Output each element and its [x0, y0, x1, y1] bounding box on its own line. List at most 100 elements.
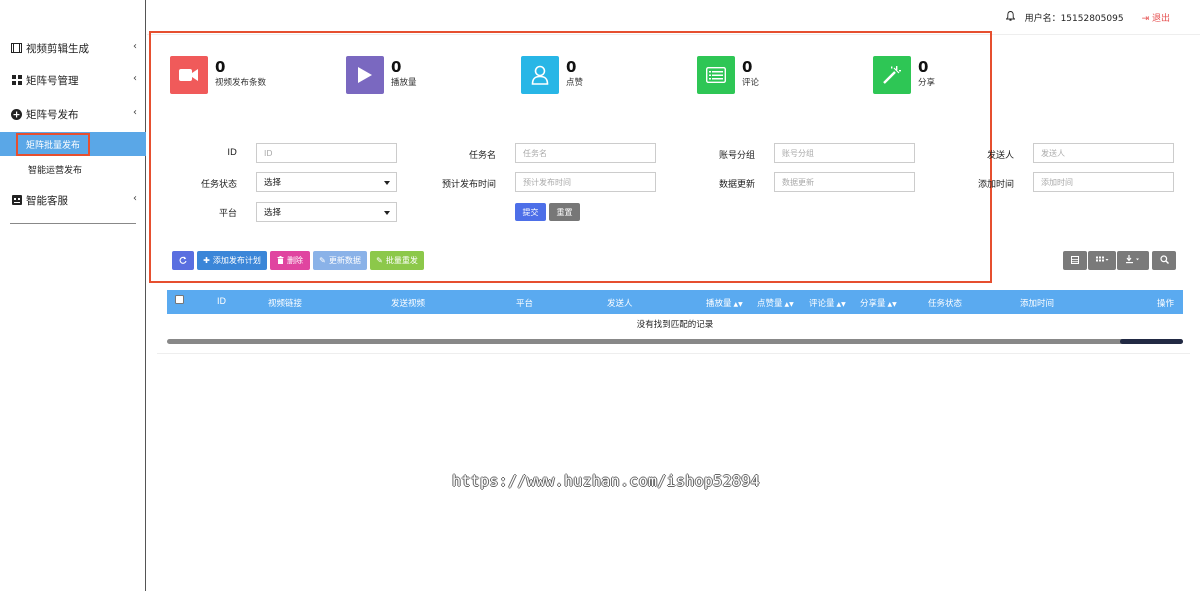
- sidebar-subitem-batch-publish[interactable]: 矩阵批量发布: [0, 132, 146, 156]
- video-camera-icon: [170, 56, 208, 94]
- logout-button[interactable]: ⇥ 退出: [1142, 11, 1170, 24]
- id-input[interactable]: ID: [256, 143, 397, 163]
- caret-down-icon: [384, 211, 390, 215]
- list-icon: [697, 56, 735, 94]
- task-name-placeholder: 任务名: [523, 148, 547, 158]
- stat-card-videos: 0 视频发布条数: [170, 56, 266, 94]
- horizontal-scrollbar[interactable]: [167, 339, 1183, 344]
- robot-icon: [11, 195, 22, 206]
- id-label: ID: [227, 148, 237, 158]
- sidebar-item-matrix-publish[interactable]: 矩阵号发布 ‹: [0, 103, 146, 125]
- column-header-likes[interactable]: 点赞量 ▲▼: [757, 297, 794, 309]
- column-header-added-time[interactable]: 添加时间: [1020, 297, 1054, 309]
- chevron-left-icon: ‹: [133, 73, 137, 84]
- grid-icon: [11, 75, 22, 86]
- column-header-plays[interactable]: 播放量 ▲▼: [706, 297, 743, 309]
- added-time-label: 添加时间: [977, 180, 1014, 190]
- column-header-shares[interactable]: 分享量 ▲▼: [860, 297, 897, 309]
- column-header-task-status[interactable]: 任务状态: [928, 297, 962, 309]
- select-all-checkbox[interactable]: [175, 295, 184, 307]
- refresh-button[interactable]: [172, 251, 194, 270]
- data-update-input[interactable]: 数据更新: [774, 172, 915, 192]
- column-header-label: 分享量: [860, 299, 886, 309]
- sort-icon: ▲▼: [836, 301, 846, 308]
- search-button[interactable]: [1152, 251, 1176, 270]
- stat-value: 0: [918, 58, 929, 76]
- columns-button[interactable]: [1088, 251, 1116, 270]
- stat-label: 播放量: [391, 78, 417, 88]
- column-header-sender[interactable]: 发送人: [607, 297, 633, 309]
- columns-icon: [1095, 256, 1109, 266]
- plus-circle-icon: [11, 108, 22, 120]
- chevron-left-icon: ‹: [133, 193, 137, 204]
- user-icon: [521, 56, 559, 94]
- column-header-id[interactable]: ID: [217, 297, 226, 307]
- data-update-label: 数据更新: [718, 180, 755, 190]
- platform-select[interactable]: 选择: [256, 202, 397, 222]
- sort-icon: ▲▼: [733, 301, 743, 308]
- platform-label: 平台: [218, 209, 237, 219]
- sidebar-item-label: 矩阵号发布: [26, 108, 79, 121]
- pencil-icon: ✎: [319, 256, 326, 265]
- export-button[interactable]: [1117, 251, 1149, 270]
- task-name-input[interactable]: 任务名: [515, 143, 656, 163]
- account-group-input[interactable]: 账号分组: [774, 143, 915, 163]
- search-icon: [1159, 255, 1169, 266]
- watermark-text: https://www.huzhan.com/ishop52894: [452, 472, 760, 490]
- sender-input[interactable]: 发送人: [1033, 143, 1174, 163]
- add-plan-label: 添加发布计划: [212, 256, 261, 265]
- content-divider: [157, 353, 1190, 354]
- column-header-sent-video[interactable]: 发送视频: [391, 297, 425, 309]
- task-status-select[interactable]: 选择: [256, 172, 397, 192]
- task-name-label: 任务名: [468, 151, 496, 161]
- chevron-down-icon: ‹: [133, 107, 137, 118]
- sidebar-divider: [10, 223, 136, 224]
- submit-button[interactable]: 提交: [515, 203, 546, 221]
- scrollbar-thumb[interactable]: [1120, 339, 1183, 344]
- sidebar-item-matrix-manage[interactable]: 矩阵号管理 ‹: [0, 69, 146, 91]
- plus-icon: ✚: [203, 256, 210, 265]
- column-header-platform[interactable]: 平台: [516, 297, 533, 309]
- sidebar-item-smart-service[interactable]: 智能客服 ‹: [0, 189, 146, 211]
- update-data-label: 更新数据: [328, 256, 361, 265]
- column-header-actions[interactable]: 操作: [1157, 297, 1174, 309]
- refresh-icon: [179, 256, 187, 266]
- play-icon: [346, 56, 384, 94]
- stat-label: 点赞: [566, 78, 584, 88]
- add-plan-button[interactable]: ✚ 添加发布计划: [197, 251, 267, 270]
- account-group-label: 账号分组: [718, 151, 755, 161]
- stat-value: 0: [742, 58, 753, 76]
- sidebar-subitem-smart-publish[interactable]: 智能运营发布: [0, 157, 146, 181]
- column-header-comments[interactable]: 评论量 ▲▼: [809, 297, 846, 309]
- column-header-video-link[interactable]: 视频链接: [268, 297, 302, 309]
- stat-card-comments: 0 评论: [697, 56, 759, 94]
- stat-value: 0: [391, 58, 402, 76]
- top-bar: 用户名：15152805095 ⇥ 退出: [147, 0, 1200, 35]
- toggle-view-button[interactable]: [1063, 251, 1087, 270]
- sort-icon: ▲▼: [887, 301, 897, 308]
- batch-resend-label: 批量重发: [385, 256, 418, 265]
- scheduled-time-label: 预计发布时间: [441, 180, 496, 190]
- sidebar-item-video-edit[interactable]: 视频剪辑生成 ‹: [0, 37, 146, 59]
- reset-button[interactable]: 重置: [549, 203, 580, 221]
- sender-label: 发送人: [986, 151, 1014, 161]
- platform-value: 选择: [264, 208, 282, 218]
- scheduled-time-input[interactable]: 预计发布时间: [515, 172, 656, 192]
- sidebar-subitem-label: 智能运营发布: [28, 165, 83, 176]
- update-data-button[interactable]: ✎ 更新数据: [313, 251, 367, 270]
- delete-label: 删除: [287, 256, 303, 265]
- table-empty-message: 没有找到匹配的记录: [636, 320, 714, 330]
- sidebar-item-label: 智能客服: [26, 194, 68, 207]
- added-time-input[interactable]: 添加时间: [1033, 172, 1174, 192]
- stat-label: 分享: [918, 78, 936, 88]
- stat-value: 0: [215, 58, 226, 76]
- bell-icon[interactable]: [1005, 10, 1016, 24]
- sidebar: 视频剪辑生成 ‹ 矩阵号管理 ‹ 矩阵号发布 ‹ 矩阵批量发布 智能运营发布 智…: [0, 0, 146, 591]
- sidebar-item-label: 矩阵号管理: [26, 74, 79, 87]
- film-icon: [11, 43, 22, 54]
- sender-placeholder: 发送人: [1041, 148, 1065, 158]
- delete-button[interactable]: 删除: [270, 251, 310, 270]
- task-status-value: 选择: [264, 178, 282, 188]
- batch-resend-button[interactable]: ✎ 批量重发: [370, 251, 424, 270]
- account-group-placeholder: 账号分组: [782, 148, 814, 158]
